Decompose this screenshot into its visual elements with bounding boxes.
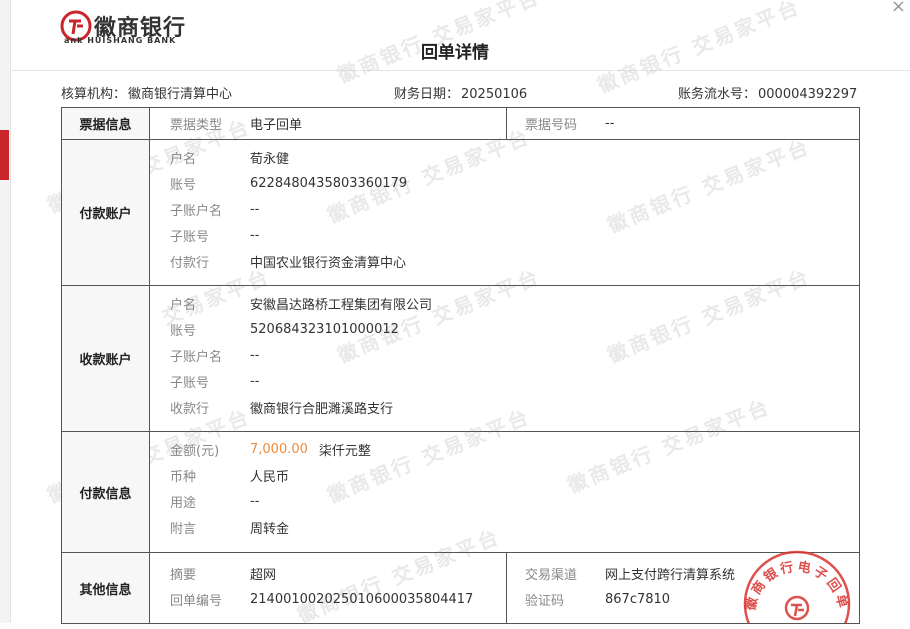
list-item: 子账号 -- xyxy=(150,368,859,394)
section-title: 收款账户 xyxy=(62,286,150,431)
left-side-accent xyxy=(0,130,9,180)
field-value: 电子回单 xyxy=(250,118,303,133)
close-icon[interactable]: × xyxy=(891,0,906,17)
field-value: -- xyxy=(250,493,260,509)
list-item: 附言 周转金 xyxy=(150,514,859,540)
amount-row: 金额(元) 7,000.00 柒仟元整 xyxy=(150,436,859,462)
list-item: 收款行 徽商银行合肥濉溪路支行 xyxy=(150,394,859,420)
section-title: 付款信息 xyxy=(62,432,150,552)
amount-value: 7,000.00 xyxy=(250,441,308,457)
field-label: 币种 xyxy=(170,469,197,485)
section-ticket: 票据信息 票据类型 电子回单 票据号码 -- xyxy=(62,108,859,140)
field-label: 付款行 xyxy=(170,255,210,271)
section-title: 付款账户 xyxy=(62,140,150,285)
verification-code: 867c7810 xyxy=(605,591,671,607)
finance-date: 财务日期： 20250106 xyxy=(394,87,528,102)
field-label: 收款行 xyxy=(170,401,210,417)
list-item: 子账号 -- xyxy=(150,222,859,248)
list-item: 回单编号 214001002025010600035804417 xyxy=(150,586,506,612)
list-item: 子账户名 -- xyxy=(150,196,859,222)
field-value: 超网 xyxy=(250,567,277,583)
field-label: 子账户名 xyxy=(170,349,223,365)
other-left: 摘要 超网 回单编号 214001002025010600035804417 xyxy=(150,553,507,623)
field-value: 徽商银行合肥濉溪路支行 xyxy=(250,401,394,417)
field-label: 子账号 xyxy=(170,229,210,245)
ticket-number-cell: 票据号码 -- xyxy=(507,108,859,139)
list-item: 账号 6228480435803360179 xyxy=(150,170,859,196)
list-item: 户名 安徽昌达路桥工程集团有限公司 xyxy=(150,290,859,316)
receipt-table: 票据信息 票据类型 电子回单 票据号码 -- 付款账户 户名 荀永健 账号 6228… xyxy=(61,107,860,624)
accounting-org: 核算机构： 徽商银行清算中心 xyxy=(61,87,233,102)
list-item: 户名 荀永健 xyxy=(150,144,859,170)
list-item: 子账户名 -- xyxy=(150,342,859,368)
field-label: 交易渠道 xyxy=(525,567,578,583)
section-payment: 付款信息 金额(元) 7,000.00 柒仟元整 币种 人民币 用途 -- 附言 周转… xyxy=(62,432,859,553)
field-value: 荀永健 xyxy=(250,151,290,167)
receipt-number: 214001002025010600035804417 xyxy=(250,591,474,607)
field-label: 子账号 xyxy=(170,375,210,391)
field-label: 摘要 xyxy=(170,567,197,583)
amount-in-words: 柒仟元整 xyxy=(318,443,371,459)
field-value: 网上支付跨行清算系统 xyxy=(605,567,736,583)
field-label: 账号 xyxy=(170,177,197,193)
field-value: -- xyxy=(250,373,260,389)
list-item: 摘要 超网 xyxy=(150,560,506,586)
field-value: -- xyxy=(250,201,260,217)
section-payer: 付款账户 户名 荀永健 账号 6228480435803360179 子账户名 -- … xyxy=(62,140,859,286)
serial-number: 账务流水号： 000004392297 xyxy=(678,87,858,102)
field-value: -- xyxy=(605,116,615,131)
field-label: 附言 xyxy=(170,521,197,537)
list-item: 付款行 中国农业银行资金清算中心 xyxy=(150,248,859,274)
field-label: 票据类型 xyxy=(170,118,223,133)
field-value: 人民币 xyxy=(250,469,290,485)
field-label: 金额(元) xyxy=(170,443,220,459)
field-label: 用途 xyxy=(170,495,197,511)
field-label: 票据号码 xyxy=(525,118,578,133)
field-value: 周转金 xyxy=(250,521,290,537)
field-label: 验证码 xyxy=(525,593,565,609)
field-value: -- xyxy=(250,347,260,363)
list-item: 币种 人民币 xyxy=(150,462,859,488)
section-payee: 收款账户 户名 安徽昌达路桥工程集团有限公司 账号 5206843231010000… xyxy=(62,286,859,432)
header-divider xyxy=(10,70,910,71)
section-title: 票据信息 xyxy=(62,108,150,139)
field-label: 回单编号 xyxy=(170,593,223,609)
field-label: 户名 xyxy=(170,297,197,313)
field-value: 安徽昌达路桥工程集团有限公司 xyxy=(250,297,433,313)
left-side-panel xyxy=(0,0,11,623)
ticket-type-cell: 票据类型 电子回单 xyxy=(150,108,507,139)
list-item: 账号 520684323101000012 xyxy=(150,316,859,342)
field-label: 户名 xyxy=(170,151,197,167)
bank-seal-stamp: 徽商银行电子回单 xyxy=(742,550,851,623)
list-item: 用途 -- xyxy=(150,488,859,514)
field-label: 账号 xyxy=(170,323,197,339)
field-value: -- xyxy=(250,227,260,243)
section-title: 其他信息 xyxy=(62,553,150,623)
field-value: 6228480435803360179 xyxy=(250,175,408,191)
field-label: 子账户名 xyxy=(170,203,223,219)
section-other: 其他信息 摘要 超网 回单编号 21400100202501060003580441… xyxy=(62,553,859,624)
field-value: 中国农业银行资金清算中心 xyxy=(250,255,407,271)
field-value: 520684323101000012 xyxy=(250,321,399,337)
page-title: 回单详情 xyxy=(421,43,489,63)
